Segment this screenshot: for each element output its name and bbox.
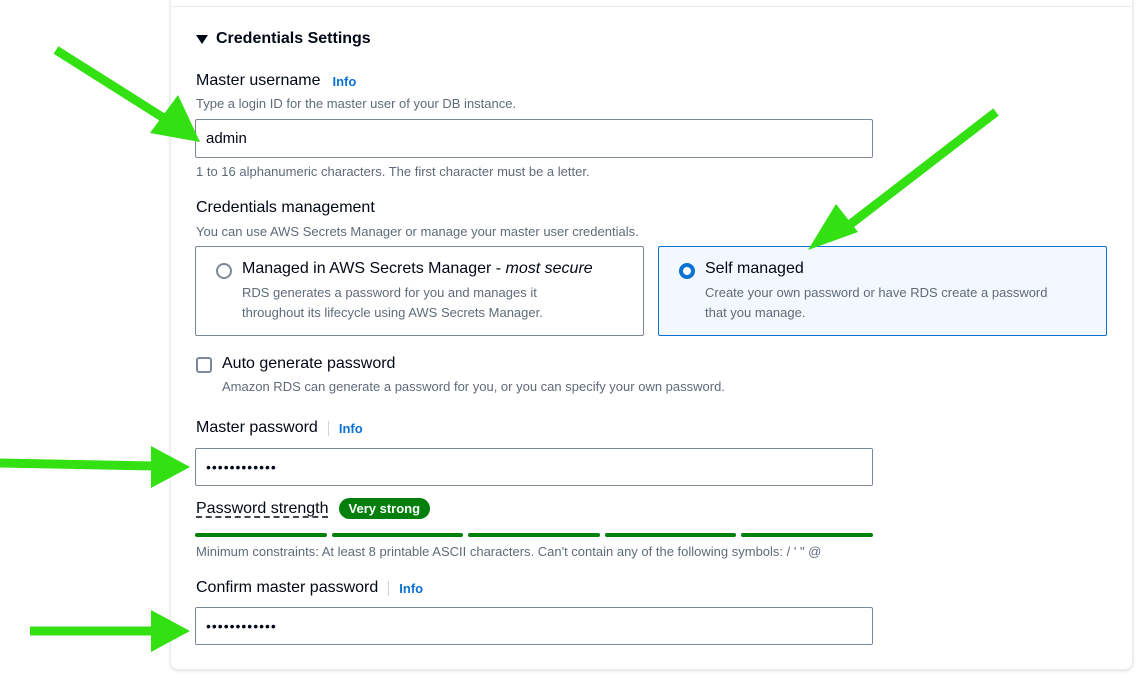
tile-secrets-manager-description: RDS generates a password for you and man… [242,283,543,323]
master-username-label: Master username [196,72,321,89]
panel-divider [170,6,1131,7]
strength-meter-segment [741,533,873,537]
tile-self-managed[interactable]: Self managed Create your own password or… [658,246,1107,336]
credentials-management-description: You can use AWS Secrets Manager or manag… [196,224,639,239]
tile-secrets-manager[interactable]: Managed in AWS Secrets Manager - most se… [195,246,644,336]
master-username-input[interactable]: admin [195,119,873,158]
tile-secrets-manager-title-text: Managed in AWS Secrets Manager - [242,260,506,277]
tile-secrets-manager-title: Managed in AWS Secrets Manager - most se… [242,260,593,278]
confirm-password-info-link[interactable]: Info [388,580,423,596]
password-strength-label[interactable]: Password strength [196,500,329,518]
master-password-label: Master password [196,419,318,436]
strength-meter-segment [332,533,463,537]
strength-meter-segment [195,533,327,537]
master-username-value: admin [206,130,247,147]
master-password-info-link[interactable]: Info [327,420,363,436]
master-username-info-link[interactable]: Info [333,74,357,89]
tile-self-managed-title: Self managed [705,260,804,277]
password-constraint: Minimum constraints: At least 8 printabl… [196,544,822,559]
tile-self-managed-desc-line1: Create your own password or have RDS cre… [705,285,1048,300]
password-strength-row: Password strength Very strong [196,498,431,519]
tile-secrets-manager-emphasis: most secure [505,260,593,277]
master-password-input[interactable]: •••••••••••• [195,448,873,486]
left-gutter [0,0,157,678]
auto-generate-label[interactable]: Auto generate password [222,355,395,373]
radio-self-managed[interactable] [679,263,695,279]
confirm-password-label-row: Confirm master password Info [196,579,423,597]
master-password-label-row: Master password Info [196,419,363,437]
master-username-constraint: 1 to 16 alphanumeric characters. The fir… [196,164,590,179]
tile-self-managed-desc-line2: that you manage. [705,305,806,320]
strength-meter-segment [605,533,736,537]
credentials-settings-header[interactable]: Credentials Settings [196,30,371,48]
confirm-password-value: •••••••••••• [206,618,277,634]
strength-badge: Very strong [338,498,431,519]
radio-secrets-manager[interactable] [216,263,232,279]
tile-self-managed-description: Create your own password or have RDS cre… [705,283,1048,323]
master-username-description: Type a login ID for the master user of y… [196,96,517,111]
strength-meter-segment [468,533,600,537]
section-title: Credentials Settings [216,30,371,47]
auto-generate-checkbox[interactable] [196,357,212,373]
auto-generate-description: Amazon RDS can generate a password for y… [222,379,725,394]
credentials-management-label: Credentials management [196,199,375,216]
tile-secrets-manager-desc-line1: RDS generates a password for you and man… [242,285,537,300]
tile-secrets-manager-desc-line2: throughout its lifecycle using AWS Secre… [242,305,543,320]
master-password-value: •••••••••••• [206,459,277,475]
master-username-label-row: Master username Info [196,72,356,90]
confirm-password-input[interactable]: •••••••••••• [195,607,873,645]
confirm-password-label: Confirm master password [196,579,379,596]
caret-down-icon [196,34,208,44]
